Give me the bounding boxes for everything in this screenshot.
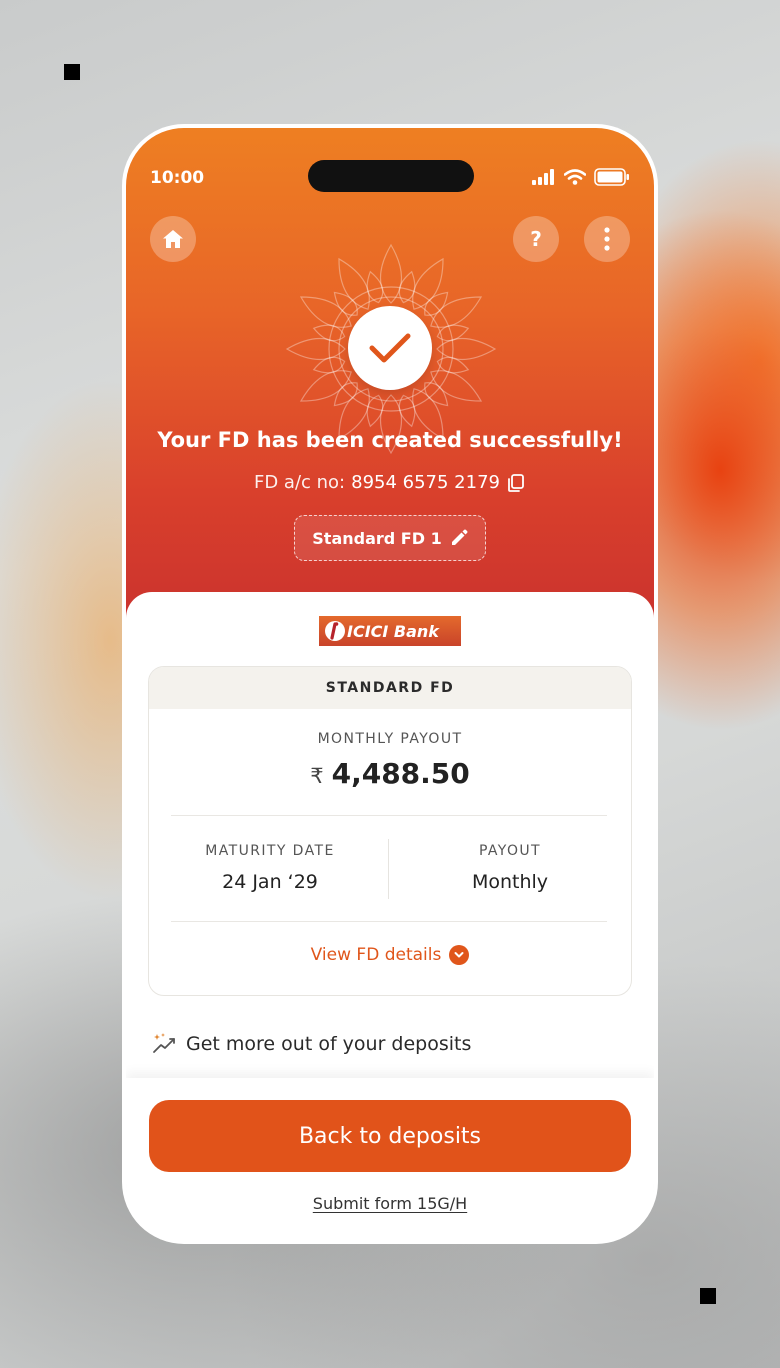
dynamic-island [308,160,474,192]
signal-icon [532,169,554,185]
payout-column: PAYOUT Monthly [401,843,619,893]
help-icon: ? [530,227,542,251]
copy-icon[interactable] [506,473,526,493]
success-title: Your FD has been created successfully! [157,428,623,452]
home-button[interactable] [150,216,196,262]
submit-form-15gh-link[interactable]: Submit form 15G/H [126,1194,654,1213]
chevron-down-icon [449,945,470,965]
checkmark-icon [369,333,411,363]
corner-marker-top-left [64,64,80,80]
home-icon [163,230,183,248]
success-hero: 10:00 ? Your FD has been created success… [126,128,654,648]
status-bar: 10:00 [126,128,654,228]
success-check [348,306,432,390]
divider [171,815,607,816]
payout-label: PAYOUT [478,843,542,859]
screen: 10:00 ? Your FD has been created success… [126,128,654,1240]
view-fd-details-label: View FD details [310,945,442,965]
view-fd-details-link[interactable]: View FD details [149,945,631,965]
wifi-icon [564,169,586,185]
monthly-payout-value-row: ₹4,488.50 [149,757,631,790]
column-divider [388,839,389,899]
fd-summary-card: STANDARD FD MONTHLY PAYOUT ₹4,488.50 MAT… [148,666,632,996]
fd-account-number: 8954 6575 2179 [351,472,500,493]
status-time: 10:00 [150,168,205,188]
maturity-date-value: 24 Jan ‘29 [222,871,318,893]
back-to-deposits-button[interactable]: Back to deposits [149,1100,631,1172]
monthly-payout-value: 4,488.50 [331,757,470,790]
pencil-icon [451,529,468,545]
help-button[interactable]: ? [513,216,559,262]
fd-name-edit-button[interactable]: Standard FD 1 [294,515,486,561]
icici-bank-logo: ICICI Bank [319,616,461,646]
fd-card-header: STANDARD FD [149,667,631,709]
maturity-date-column: MATURITY DATE 24 Jan ‘29 [161,843,379,893]
fd-account-number-row: FD a/c no: 8954 6575 2179 [126,472,654,493]
maturity-date-label: MATURITY DATE [205,843,335,859]
monthly-payout-label: MONTHLY PAYOUT [317,731,463,747]
svg-text:ICICI Bank: ICICI Bank [347,622,440,641]
rupee-icon: ₹ [310,764,324,788]
status-icons [532,168,630,186]
footer-actions: Back to deposits Submit form 15G/H [126,1078,654,1240]
sparkle-trend-icon [153,1033,175,1053]
fd-name-label: Standard FD 1 [312,528,442,548]
payout-value: Monthly [471,871,549,893]
more-vertical-icon [604,227,610,251]
fd-account-label: FD a/c no: [253,472,346,493]
battery-icon [594,168,629,186]
more-options-button[interactable] [584,216,630,262]
phone-frame: 10:00 ? Your FD has been created success… [122,124,658,1244]
more-out-of-deposits-title: Get more out of your deposits [186,1033,472,1055]
corner-marker-bottom-right [700,1288,716,1304]
more-out-of-deposits-section: Get more out of your deposits [152,1032,471,1056]
divider [171,921,607,922]
